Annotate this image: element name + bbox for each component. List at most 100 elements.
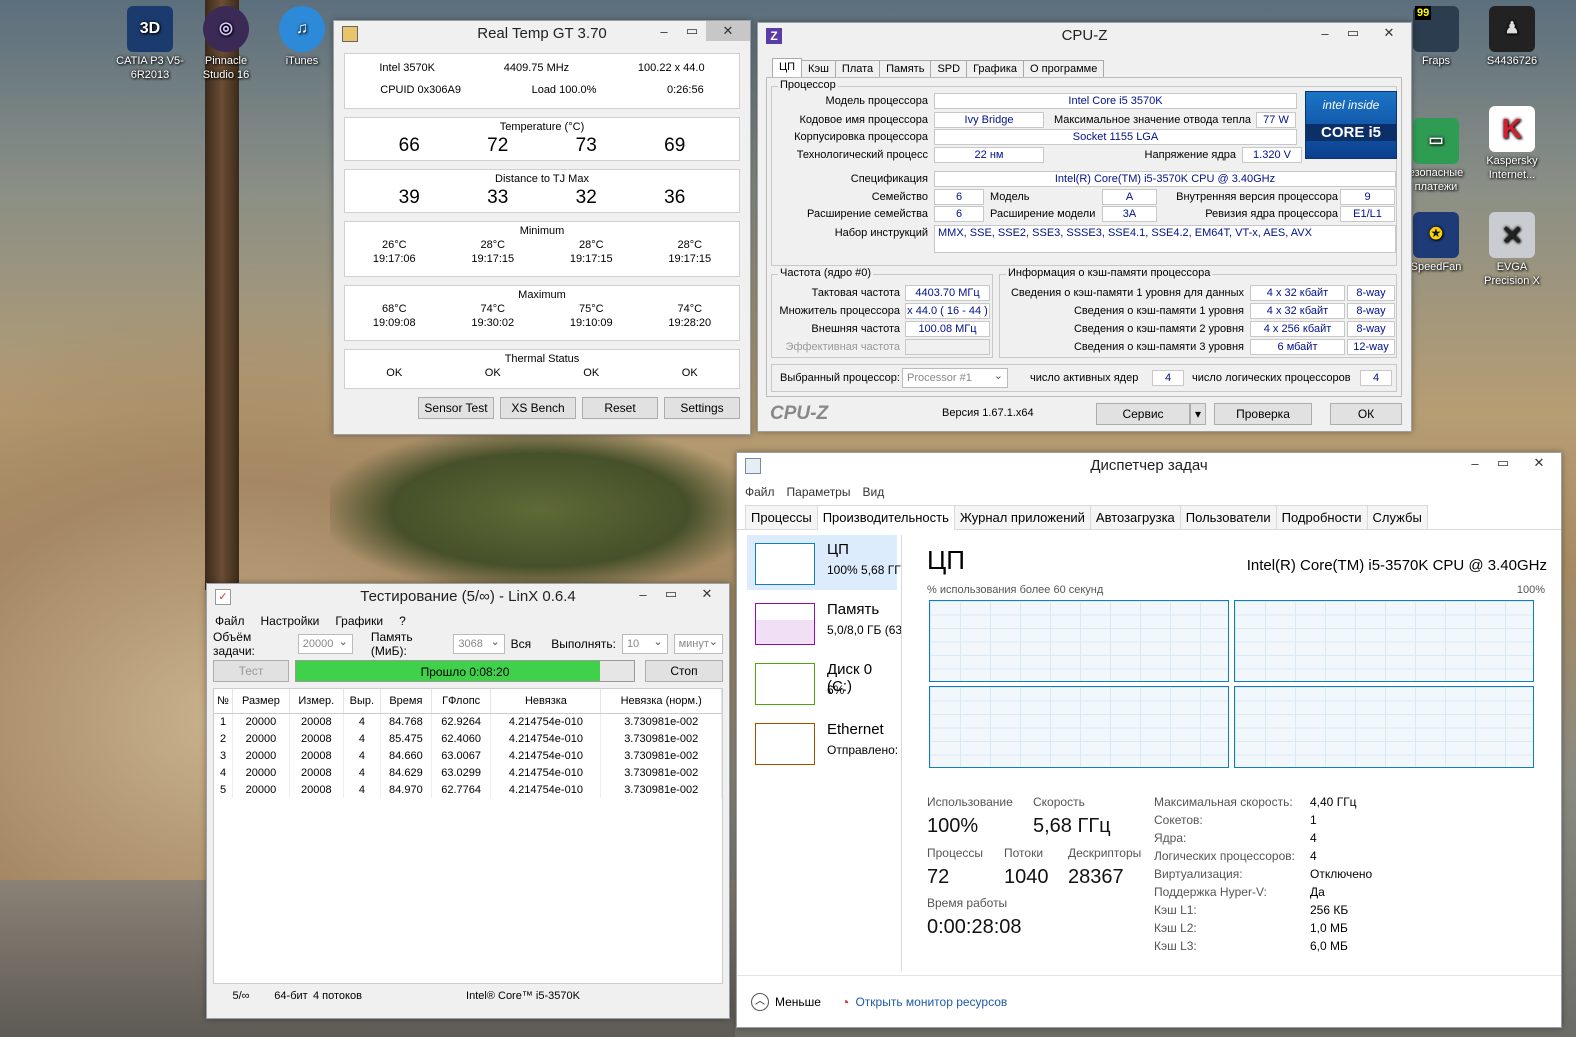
close-button[interactable]: ✕ <box>1367 23 1411 43</box>
tab-processes[interactable]: Процессы <box>745 505 818 529</box>
processes-label: Процессы <box>927 846 984 860</box>
menu-file[interactable]: Файл <box>215 614 245 628</box>
desktop-icon-kaspersky[interactable]: K Kaspersky Internet... <box>1476 106 1548 182</box>
table-row[interactable]: 4 20000 20008 4 84.629 63.0299 4.214754e-010 3.… <box>214 764 722 781</box>
min-time: 19:17:06 <box>372 253 416 265</box>
menu-options[interactable]: Параметры <box>787 485 851 499</box>
table-row[interactable]: 2 20000 20008 4 85.475 62.4060 4.214754e-010 3.… <box>214 730 722 747</box>
column-header[interactable]: Время <box>380 689 432 714</box>
table-cell: 20000 <box>232 747 290 764</box>
close-button[interactable]: ✕ <box>685 584 729 604</box>
table-row[interactable]: 5 20000 20008 4 84.970 62.7764 4.214754e-010 3.… <box>214 781 722 798</box>
min-time: 19:17:15 <box>668 253 712 265</box>
cpu-load: Load 100.0% <box>531 84 597 96</box>
menu-view[interactable]: Вид <box>862 485 884 499</box>
menu-help[interactable]: ? <box>399 614 406 628</box>
run-unit-select[interactable]: минут <box>673 633 723 654</box>
tab-cpu[interactable]: ЦП <box>772 58 803 77</box>
cpu-info-panel: Intel 3570K 4409.75 MHz 100.22 x 44.0 CP… <box>344 53 740 109</box>
table-cell: 4 <box>343 713 382 730</box>
sidebar-item-cpu[interactable]: ЦП 100% 5,68 ГГц <box>747 535 902 590</box>
desktop-icon-evga[interactable]: ✕ EVGA Precision X <box>1476 212 1548 288</box>
menu-graphs[interactable]: Графики <box>335 614 383 628</box>
sensor-test-button[interactable]: Sensor Test <box>418 397 494 419</box>
tab-performance[interactable]: Производительность <box>816 505 955 530</box>
cpuz-titlebar[interactable]: Z CPU-Z – ▭ ✕ <box>758 23 1411 49</box>
maximize-button[interactable]: ▭ <box>678 21 706 41</box>
tab-app-history[interactable]: Журнал приложений <box>953 505 1091 529</box>
sidebar-item-memory[interactable]: Память 5,0/8,0 ГБ (63%) <box>747 595 902 650</box>
validate-button[interactable]: Проверка <box>1214 403 1312 425</box>
minimize-button[interactable]: – <box>1311 23 1339 43</box>
desktop-icon-figure[interactable]: ♟ S4436726 <box>1476 6 1548 68</box>
test-button[interactable]: Тест <box>213 660 289 682</box>
memory-select[interactable]: 3068 <box>453 633 505 654</box>
linx-titlebar[interactable]: ✓ Тестирование (5/∞) - LinX 0.6.4 – ▭ ✕ <box>207 584 729 610</box>
desktop-icon-catia[interactable]: 3D CATIA P3 V5-6R2013 <box>114 6 186 82</box>
field-label: Расширение модели <box>990 208 1096 220</box>
minimize-button[interactable]: – <box>1461 453 1489 473</box>
sidebar-item-disk[interactable]: Диск 0 (C:) 6% <box>747 655 897 710</box>
tab-memory[interactable]: Память <box>879 60 932 77</box>
column-header[interactable]: Измер. <box>289 689 344 714</box>
xs-bench-button[interactable]: XS Bench <box>500 397 576 419</box>
resource-monitor-icon: ◔ <box>840 993 850 1010</box>
column-header[interactable]: Выр. <box>343 689 382 714</box>
tab-details[interactable]: Подробности <box>1275 505 1368 529</box>
processor-select[interactable]: Processor #1 <box>902 367 1008 388</box>
field-label: Внешняя частота <box>811 323 900 335</box>
cpu-tab-panel: Процессор Модель процессора Intel Core i… <box>766 77 1402 397</box>
tab-spd[interactable]: SPD <box>930 60 968 77</box>
chevron-up-icon[interactable]: ︿ <box>751 992 769 1011</box>
maximize-button[interactable]: ▭ <box>1339 23 1367 43</box>
reset-button[interactable]: Reset <box>582 397 658 419</box>
tab-startup[interactable]: Автозагрузка <box>1089 505 1181 529</box>
table-cell: 5 <box>214 781 233 798</box>
taskmanager-titlebar[interactable]: Диспетчер задач – ▭ ✕ <box>737 453 1561 479</box>
minimize-button[interactable]: – <box>629 584 657 604</box>
fewer-details-link[interactable]: Меньше <box>775 995 821 1009</box>
open-resource-monitor-link[interactable]: Открыть монитор ресурсов <box>855 995 1007 1009</box>
maximize-button[interactable]: ▭ <box>1489 453 1517 473</box>
max-time: 19:10:09 <box>569 317 613 329</box>
column-header[interactable]: Невязка <box>490 689 602 714</box>
detail-label: Логических процессоров: <box>1154 849 1295 863</box>
column-header[interactable]: Невязка (норм.) <box>600 689 722 714</box>
column-header[interactable]: № <box>214 689 233 714</box>
table-row[interactable]: 1 20000 20008 4 84.768 62.9264 4.214754e-010 3.… <box>214 713 722 730</box>
sidebar-item-ethernet[interactable]: Ethernet Отправлено: <box>747 715 898 770</box>
table-row[interactable]: 3 20000 20008 4 84.660 63.0067 4.214754e-010 3.… <box>214 747 722 764</box>
run-count-select[interactable]: 10 <box>621 633 668 654</box>
maximize-button[interactable]: ▭ <box>657 584 685 604</box>
tab-about[interactable]: О программе <box>1023 60 1105 77</box>
ok-button[interactable]: ОК <box>1330 403 1402 425</box>
tab-services[interactable]: Службы <box>1366 505 1428 529</box>
realtemp-titlebar[interactable]: Real Temp GT 3.70 – ▭ ✕ <box>334 21 750 47</box>
service-dropdown-arrow[interactable]: ▾ <box>1190 403 1206 425</box>
menu-file[interactable]: Файл <box>745 485 775 499</box>
all-memory-label[interactable]: Вся <box>511 637 532 651</box>
tab-graphics[interactable]: Графика <box>966 60 1025 77</box>
cpuz-brand: CPU-Z <box>770 403 829 424</box>
stop-button[interactable]: Стоп <box>645 660 723 682</box>
close-button[interactable]: ✕ <box>706 21 750 41</box>
tj-distance: 33 <box>487 187 509 208</box>
cpu-ratio: 100.22 x 44.0 <box>637 62 705 74</box>
progress-text: Прошло 0:08:20 <box>420 665 510 679</box>
service-button[interactable]: Сервис <box>1096 403 1190 425</box>
desktop-icon-itunes[interactable]: ♫ iTunes <box>266 6 338 68</box>
pinnacle-icon: ◎ <box>203 6 249 52</box>
settings-button[interactable]: Settings <box>664 397 740 419</box>
tab-cache[interactable]: Кэш <box>801 60 836 77</box>
problem-size-select[interactable]: 20000 <box>297 633 353 654</box>
menu-settings[interactable]: Настройки <box>261 614 320 628</box>
column-header[interactable]: Размер <box>232 689 290 714</box>
tab-mainboard[interactable]: Плата <box>834 60 881 77</box>
core-graph <box>929 686 1229 768</box>
close-button[interactable]: ✕ <box>1517 453 1561 473</box>
tab-users[interactable]: Пользователи <box>1179 505 1277 529</box>
minimize-button[interactable]: – <box>650 21 678 41</box>
column-header[interactable]: ГФлопс <box>431 689 492 714</box>
table-cell: 20008 <box>289 764 344 781</box>
desktop-icon-pinnacle[interactable]: ◎ Pinnacle Studio 16 <box>190 6 262 82</box>
